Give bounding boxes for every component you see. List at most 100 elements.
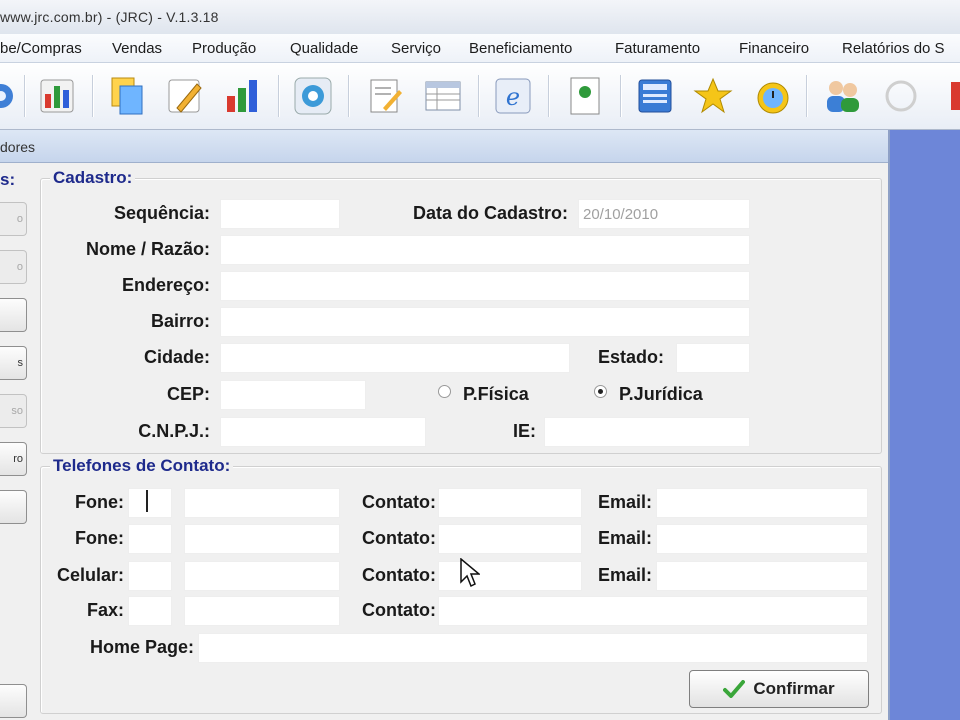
email1-label: Email: xyxy=(597,492,652,512)
checkmark-icon xyxy=(723,680,746,698)
email3-field[interactable] xyxy=(656,561,868,591)
form-window: dores s: o o s so ro Cadastro: Sequência… xyxy=(0,130,890,720)
estado-field[interactable] xyxy=(676,343,750,373)
svg-text:e: e xyxy=(506,83,520,111)
side-button-1: o xyxy=(0,202,27,236)
side-button-2: o xyxy=(0,250,27,284)
celular-number-field[interactable] xyxy=(184,561,340,591)
form-title: dores xyxy=(0,139,36,155)
bar-chart-icon[interactable] xyxy=(218,71,268,121)
data-cadastro-label: Data do Cadastro: xyxy=(412,203,568,223)
cidade-field[interactable] xyxy=(220,343,570,373)
menu-bar: be/Compras Vendas Produção Qualidade Ser… xyxy=(0,34,960,63)
celular-label: Celular: xyxy=(56,565,124,585)
ie-label: IE: xyxy=(512,421,536,441)
cep-field[interactable] xyxy=(220,380,366,410)
disabled-icon xyxy=(876,71,926,121)
celular-ddd-field[interactable] xyxy=(128,561,172,591)
email2-label: Email: xyxy=(597,528,652,548)
window-title-bar: www.jrc.com.br) - (JRC) - V.1.3.18 xyxy=(0,0,960,35)
bairro-field[interactable] xyxy=(220,307,750,337)
fone1-ddd-field[interactable] xyxy=(128,488,172,518)
pfisica-label: P.Física xyxy=(463,384,529,404)
contato2-field[interactable] xyxy=(438,524,582,554)
side-button-3[interactable] xyxy=(0,298,27,332)
fax-ddd-field[interactable] xyxy=(128,596,172,626)
chart-icon[interactable] xyxy=(32,71,82,121)
menu-beneficiamento[interactable]: Beneficiamento xyxy=(469,40,572,57)
email3-label: Email: xyxy=(597,565,652,585)
menu-servico[interactable]: Serviço xyxy=(391,40,441,57)
fone2-number-field[interactable] xyxy=(184,524,340,554)
sequencia-label: Sequência: xyxy=(113,203,210,223)
endereco-label: Endereço: xyxy=(121,275,210,295)
contato3-label: Contato: xyxy=(362,565,436,585)
pjuridica-label: P.Jurídica xyxy=(619,384,703,404)
side-button-5: so xyxy=(0,394,27,428)
sequencia-field[interactable] xyxy=(220,199,340,229)
window-title: www.jrc.com.br) - (JRC) - V.1.3.18 xyxy=(0,9,219,25)
browser-icon[interactable]: e xyxy=(488,71,538,121)
star-icon[interactable] xyxy=(688,71,738,121)
menu-faturamento[interactable]: Faturamento xyxy=(615,40,700,57)
contato4-field[interactable] xyxy=(438,596,868,626)
clock-icon[interactable] xyxy=(748,71,798,121)
ie-field[interactable] xyxy=(544,417,750,447)
radio-pjuridica-dot[interactable] xyxy=(594,385,607,398)
fax-number-field[interactable] xyxy=(184,596,340,626)
fone2-ddd-field[interactable] xyxy=(128,524,172,554)
side-button-8[interactable] xyxy=(0,684,27,718)
estado-label: Estado: xyxy=(597,347,664,367)
exit-icon[interactable] xyxy=(936,71,960,121)
left-group-label: s: xyxy=(0,170,16,189)
note-icon[interactable] xyxy=(160,71,210,121)
email1-field[interactable] xyxy=(656,488,868,518)
radio-pjuridica[interactable]: P.Jurídica xyxy=(594,384,703,405)
cep-label: CEP: xyxy=(166,384,210,404)
contato1-label: Contato: xyxy=(362,492,436,512)
email2-field[interactable] xyxy=(656,524,868,554)
confirm-label: Confirmar xyxy=(753,679,835,698)
form-title-bar: dores xyxy=(0,130,888,163)
contato1-field[interactable] xyxy=(438,488,582,518)
fone2-label: Fone: xyxy=(75,528,124,548)
document-icon[interactable] xyxy=(560,71,610,121)
radio-pfisica-dot[interactable] xyxy=(438,385,451,398)
telefones-title: Telefones de Contato: xyxy=(50,456,234,476)
edit-icon[interactable] xyxy=(360,71,410,121)
side-button-4[interactable]: s xyxy=(0,346,27,380)
homepage-label: Home Page: xyxy=(89,637,194,657)
contato4-label: Contato: xyxy=(362,600,436,620)
mouse-pointer-icon xyxy=(460,558,480,588)
menu-compras[interactable]: be/Compras xyxy=(0,40,82,57)
menu-producao[interactable]: Produção xyxy=(192,40,256,57)
radio-pfisica[interactable]: P.Física xyxy=(438,384,529,405)
menu-financeiro[interactable]: Financeiro xyxy=(739,40,809,57)
users-icon[interactable] xyxy=(818,71,868,121)
copy-icon[interactable] xyxy=(103,71,153,121)
cnpj-label: C.N.P.J.: xyxy=(138,421,210,441)
nome-field[interactable] xyxy=(220,235,750,265)
cidade-label: Cidade: xyxy=(143,347,210,367)
menu-vendas[interactable]: Vendas xyxy=(112,40,162,57)
side-button-6[interactable]: ro xyxy=(0,442,27,476)
confirm-button[interactable]: Confirmar xyxy=(689,670,869,708)
homepage-field[interactable] xyxy=(198,633,868,663)
calculator-icon[interactable] xyxy=(630,71,680,121)
fone1-number-field[interactable] xyxy=(184,488,340,518)
side-button-7[interactable] xyxy=(0,490,27,524)
menu-relatorios[interactable]: Relatórios do S xyxy=(842,40,945,57)
nome-label: Nome / Razão: xyxy=(85,239,210,259)
fone1-label: Fone: xyxy=(75,492,124,512)
gear-icon[interactable] xyxy=(0,71,26,121)
toolbar: e xyxy=(0,63,960,130)
menu-qualidade[interactable]: Qualidade xyxy=(290,40,358,57)
cadastro-title: Cadastro: xyxy=(50,168,136,188)
list-icon[interactable] xyxy=(418,71,468,121)
data-cadastro-field[interactable]: 20/10/2010 xyxy=(578,199,750,229)
text-caret xyxy=(146,490,148,512)
refresh-icon[interactable] xyxy=(288,71,338,121)
endereco-field[interactable] xyxy=(220,271,750,301)
bairro-label: Bairro: xyxy=(150,311,210,331)
cnpj-field[interactable] xyxy=(220,417,426,447)
